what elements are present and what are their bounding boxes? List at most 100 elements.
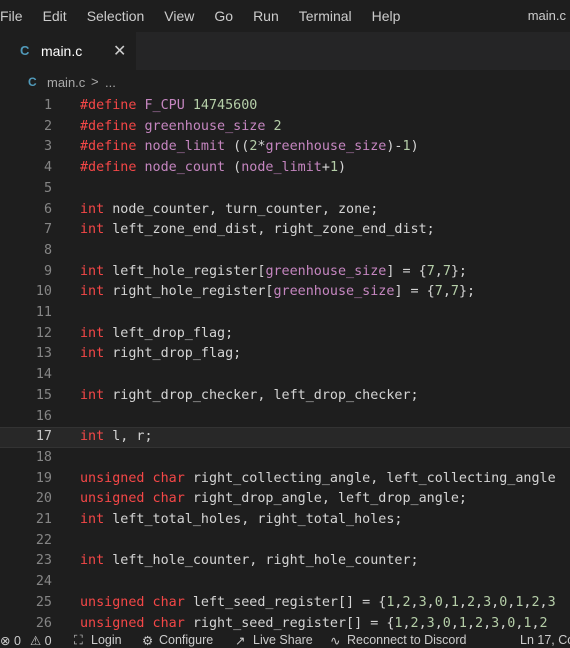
line-code: unsigned char right_seed_register[] = {1… [80,615,548,631]
line-number: 15 [35,387,52,403]
line-code: unsigned char right_collecting_angle, le… [80,470,556,486]
code-line[interactable]: 16 [0,407,570,428]
discord-reconnect-button[interactable]: Reconnect to Discord [347,633,467,647]
pulse-icon: ∿ [330,634,341,648]
line-code: unsigned char right_drop_angle, left_dro… [80,491,467,507]
tab-bar: C main.c ✕ [0,32,570,70]
code-line[interactable]: 8 [0,241,570,262]
menu-file[interactable]: File [0,0,33,32]
line-code: int right_drop_flag; [80,346,242,362]
line-number: 1 [43,98,52,113]
menu-terminal[interactable]: Terminal [289,0,362,32]
code-line[interactable]: 6 int node_counter, turn_counter, zone; [0,200,570,221]
menu-selection[interactable]: Selection [77,0,155,32]
line-code: int left_total_holes, right_total_holes; [80,512,403,527]
code-line[interactable]: 4 #define node_count (node_limit+1) [0,158,570,179]
code-line[interactable]: 21 int left_total_holes, right_total_hole… [0,510,570,531]
code-line[interactable]: 1 #define F_CPU 14745600 [0,96,570,117]
line-code: int l, r; [80,429,153,445]
code-line[interactable]: 12 int left_drop_flag; [0,324,570,345]
tab-label: main.c [41,43,83,59]
line-code: int left_drop_flag; [80,325,234,341]
errors-count[interactable]: ⊗ 0 [0,633,21,648]
line-number: 3 [43,139,52,155]
cursor-position[interactable]: Ln 17, Co [520,633,570,647]
code-line[interactable]: 14 [0,365,570,386]
breadcrumb-file[interactable]: main.c [47,75,85,90]
line-code: #define F_CPU 14745600 [80,98,258,113]
tab-main-c[interactable]: C main.c ✕ [0,32,136,70]
line-code: unsigned char left_seed_register[] = {1,… [80,594,556,610]
chevron-right-icon: > [91,74,99,89]
line-number: 14 [35,367,52,383]
line-number: 26 [35,615,52,631]
line-number: 5 [43,180,52,196]
code-line[interactable]: 17 int l, r; [0,427,570,448]
code-line[interactable]: 18 [0,448,570,469]
warnings-count[interactable]: ⚠ 0 [30,633,52,648]
live-share-icon: ↗ [235,634,246,648]
line-number: 13 [35,346,52,362]
line-number: 10 [35,284,52,300]
code-line[interactable]: 10 int right_hole_register[greenhouse_siz… [0,282,570,303]
line-number: 16 [35,408,52,424]
line-number: 21 [35,512,52,527]
close-icon[interactable]: ✕ [113,41,126,61]
line-number: 22 [35,532,52,548]
line-number: 9 [43,263,52,279]
code-line[interactable]: 19 unsigned char right_collecting_angle, … [0,469,570,490]
menu-go[interactable]: Go [204,0,243,32]
menu-view[interactable]: View [154,0,204,32]
code-line[interactable]: 22 [0,531,570,552]
line-number: 19 [35,470,52,486]
line-code: int left_zone_end_dist, right_zone_end_d… [80,222,435,238]
line-code: int left_hole_counter, right_hole_counte… [80,553,419,569]
line-number: 4 [43,160,52,176]
c-file-icon: C [20,43,30,58]
line-code: #define node_limit ((2*greenhouse_size)-… [80,139,419,155]
code-line[interactable]: 23 int left_hole_counter, right_hole_coun… [0,551,570,572]
line-number: 6 [43,201,52,217]
code-line[interactable]: 26 unsigned char right_seed_register[] = … [0,614,570,633]
code-editor[interactable]: 1 #define F_CPU 14745600 2 #define greenhou… [0,96,570,632]
code-line[interactable]: 15 int right_drop_checker, left_drop_chec… [0,386,570,407]
menu-edit[interactable]: Edit [33,0,77,32]
line-code: int right_drop_checker, left_drop_checke… [80,387,419,403]
line-number: 24 [35,574,52,590]
login-button[interactable]: Login [91,633,122,647]
breadcrumb-more[interactable]: ... [105,75,116,90]
line-number: 20 [35,491,52,507]
live-share-button[interactable]: Live Share [253,633,313,647]
code-line[interactable]: 24 [0,572,570,593]
line-number: 2 [43,118,52,134]
line-number: 23 [35,553,52,569]
account-icon: ⛶ [74,633,83,647]
code-line[interactable]: 9 int left_hole_register[greenhouse_size]… [0,262,570,283]
line-number: 25 [35,594,52,610]
code-line[interactable]: 5 [0,179,570,200]
breadcrumb: C main.c > ... [0,70,570,96]
code-line[interactable]: 7 int left_zone_end_dist, right_zone_end_… [0,220,570,241]
status-bar: ⊗ 0 ⚠ 0 ⛶ Login ⚙ Configure ↗ Live Share… [0,632,570,648]
code-line[interactable]: 11 [0,303,570,324]
code-line[interactable]: 2 #define greenhouse_size 2 [0,117,570,138]
configure-button[interactable]: Configure [159,633,213,647]
code-line[interactable]: 25 unsigned char left_seed_register[] = {… [0,593,570,614]
code-line[interactable]: 20 unsigned char right_drop_angle, left_d… [0,489,570,510]
menu-run[interactable]: Run [243,0,289,32]
menu-help[interactable]: Help [362,0,411,32]
line-number: 18 [35,449,52,465]
line-code: int right_hole_register[greenhouse_size]… [80,284,476,300]
gear-icon: ⚙ [142,634,154,648]
line-code: int node_counter, turn_counter, zone; [80,201,379,217]
line-number: 12 [35,325,52,341]
menu-bar: File Edit Selection View Go Run Terminal… [0,0,570,32]
window-title: main.c [527,8,566,23]
c-file-icon: C [28,75,37,89]
code-line[interactable]: 13 int right_drop_flag; [0,344,570,365]
line-number: 11 [35,305,52,320]
code-line[interactable]: 3 #define node_limit ((2*greenhouse_size)… [0,137,570,158]
line-number: 8 [43,242,52,258]
line-number: 7 [43,222,52,238]
line-code: #define greenhouse_size 2 [80,118,282,134]
